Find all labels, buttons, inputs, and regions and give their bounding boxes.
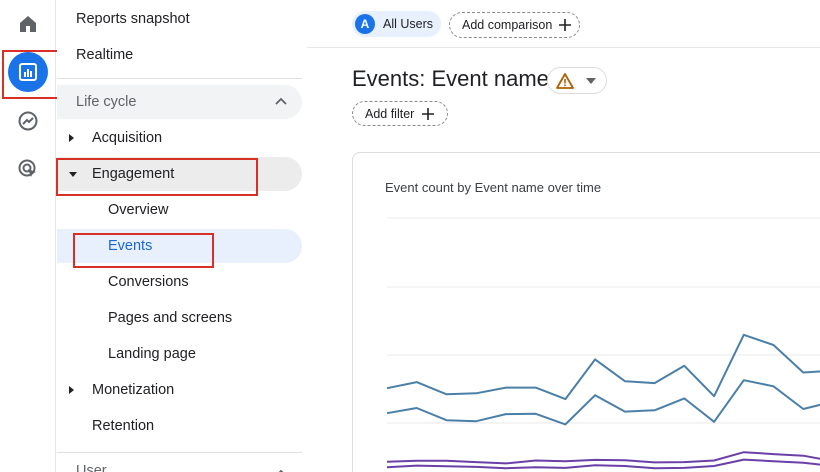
nav-conversions[interactable]: Conversions bbox=[57, 265, 302, 299]
nav-lifecycle-label: Life cycle bbox=[76, 94, 137, 110]
plus-icon bbox=[422, 107, 435, 120]
nav-section-lifecycle[interactable]: Life cycle bbox=[57, 85, 302, 119]
nav-reports-snapshot[interactable]: Reports snapshot bbox=[57, 2, 302, 36]
data-quality-warning-button[interactable] bbox=[547, 67, 607, 94]
advertising-icon[interactable] bbox=[8, 149, 48, 189]
chart-card: Event count by Event name over time bbox=[352, 152, 820, 472]
nav-events-label: Events bbox=[108, 238, 153, 254]
page-title: Events: Event name bbox=[352, 66, 549, 91]
nav-monetization-label: Monetization bbox=[92, 382, 175, 398]
nav-pages-and-screens[interactable]: Pages and screens bbox=[57, 301, 302, 335]
all-users-label: All Users bbox=[383, 17, 434, 31]
dropdown-arrow-icon bbox=[586, 77, 596, 84]
avatar: A bbox=[355, 14, 375, 34]
nav-engagement-label: Engagement bbox=[92, 166, 175, 182]
nav-reports-snapshot-label: Reports snapshot bbox=[76, 11, 190, 27]
chevron-up-icon bbox=[275, 97, 287, 105]
nav-realtime[interactable]: Realtime bbox=[57, 38, 302, 72]
nav-landing-page-label: Landing page bbox=[108, 346, 196, 362]
nav-section-user[interactable]: User bbox=[57, 455, 302, 472]
header-divider bbox=[307, 47, 820, 48]
nav-acquisition-label: Acquisition bbox=[92, 130, 163, 146]
main-content: A All Users Add comparison Events: Event… bbox=[307, 0, 820, 472]
caret-down-icon bbox=[69, 172, 77, 177]
nav-divider bbox=[57, 452, 302, 453]
home-icon[interactable] bbox=[8, 4, 48, 44]
nav-realtime-label: Realtime bbox=[76, 47, 134, 63]
caret-right-icon bbox=[69, 386, 74, 394]
nav-monetization[interactable]: Monetization bbox=[57, 373, 302, 407]
nav-overview[interactable]: Overview bbox=[57, 193, 302, 227]
nav-acquisition[interactable]: Acquisition bbox=[57, 121, 302, 155]
chart-series-line bbox=[386, 333, 820, 401]
line-chart bbox=[386, 217, 820, 470]
explore-icon[interactable] bbox=[8, 101, 48, 141]
nav-engagement[interactable]: Engagement bbox=[57, 157, 302, 191]
caret-right-icon bbox=[69, 134, 74, 142]
nav-pages-and-screens-label: Pages and screens bbox=[108, 310, 233, 326]
reports-icon[interactable] bbox=[8, 52, 48, 92]
nav-overview-label: Overview bbox=[108, 202, 169, 218]
nav-conversions-label: Conversions bbox=[108, 274, 189, 290]
add-comparison-label: Add comparison bbox=[462, 18, 553, 32]
add-filter-label: Add filter bbox=[365, 106, 415, 121]
nav-landing-page[interactable]: Landing page bbox=[57, 337, 302, 371]
add-comparison-button[interactable]: Add comparison bbox=[449, 12, 580, 38]
sidebar-nav: Reports snapshot Realtime Life cycle Acq… bbox=[57, 0, 307, 472]
nav-user-label: User bbox=[76, 463, 107, 472]
all-users-chip[interactable]: A All Users bbox=[352, 11, 441, 37]
nav-retention-label: Retention bbox=[92, 418, 155, 434]
nav-events[interactable]: Events bbox=[57, 229, 302, 263]
icon-rail bbox=[0, 0, 56, 472]
add-filter-button[interactable]: Add filter bbox=[352, 101, 448, 126]
chart-series-line bbox=[386, 451, 820, 465]
chart-series-line bbox=[386, 379, 820, 426]
nav-divider bbox=[57, 78, 302, 79]
nav-retention[interactable]: Retention bbox=[57, 409, 302, 443]
plus-icon bbox=[559, 19, 572, 31]
warning-icon bbox=[556, 72, 574, 89]
